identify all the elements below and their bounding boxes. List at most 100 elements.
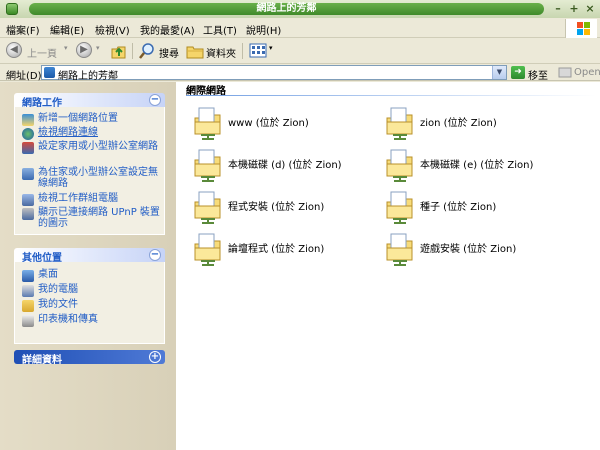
share-label: 論壇程式 (位於 Zion) [228, 244, 325, 255]
task-setup-home-network[interactable]: 設定家用或小型辦公室網路 [22, 141, 162, 165]
shared-folder-icon [194, 233, 221, 266]
my-computer-icon [22, 285, 34, 297]
task-show-upnp[interactable]: 顯示已連接網路 UPnP 裝置的圖示 [22, 207, 162, 231]
task-setup-wireless[interactable]: 為住家或小型辦公室設定無線網路 [22, 167, 162, 191]
collapse-icon[interactable]: − [149, 249, 161, 261]
menu-edit[interactable]: 編輯(E) [50, 22, 84, 37]
address-bar: 網址(D) 網路上的芳鄰 ▼ ➜ 移至 Open [0, 64, 600, 82]
content-area: 網際網路 www (位於 Zion) zion (位於 Zion) 本機磁碟 (… [176, 82, 600, 450]
shared-folder-icon [386, 149, 413, 182]
network-connections-icon [22, 128, 34, 140]
forward-arrow-icon: ▶ [76, 42, 92, 58]
share-label: 遊戲安裝 (位於 Zion) [420, 244, 517, 255]
task-label: 為住家或小型辦公室設定無線網路 [38, 167, 158, 189]
home-network-icon [22, 142, 34, 154]
search-icon [139, 43, 154, 59]
task-label: 檢視工作群組電腦 [38, 193, 118, 204]
network-share-item[interactable]: 本機磁碟 (e) (位於 Zion) [384, 148, 574, 184]
explorer-window: 網路上的芳鄰 – + × 檔案(F) 編輯(E) 檢視(V) 我的最愛(A) 工… [0, 0, 600, 450]
network-tasks-panel: 網路工作 − 新增一個網路位置 檢視網路連線 設定家用或小型辦公室網路 為住家或… [14, 93, 165, 235]
wireless-network-icon [22, 168, 34, 180]
share-label: www (位於 Zion) [228, 118, 309, 129]
shared-folder-icon [194, 149, 221, 182]
up-folder-icon [111, 46, 126, 59]
my-documents-icon [22, 300, 34, 312]
details-header[interactable]: 詳細資料 + [14, 350, 165, 366]
views-dropdown-icon[interactable]: ▾ [269, 44, 273, 52]
menu-view[interactable]: 檢視(V) [95, 22, 130, 37]
share-label: 本機磁碟 (e) (位於 Zion) [420, 160, 534, 171]
task-add-network-place[interactable]: 新增一個網路位置 [22, 113, 162, 126]
task-label: 設定家用或小型辦公室網路 [38, 141, 158, 152]
other-places-header[interactable]: 其他位置 − [14, 248, 165, 264]
menu-tools[interactable]: 工具(T) [203, 22, 237, 37]
place-label: 桌面 [38, 269, 58, 280]
folders-icon [186, 46, 204, 59]
toolbar-separator [242, 43, 243, 59]
network-share-item[interactable]: 本機磁碟 (d) (位於 Zion) [192, 148, 382, 184]
shared-folder-icon [386, 233, 413, 266]
address-input[interactable]: 網路上的芳鄰 ▼ [41, 65, 507, 82]
address-value: 網路上的芳鄰 [58, 71, 118, 82]
place-label: 印表機和傳真 [38, 314, 98, 325]
collapse-icon[interactable]: − [149, 94, 161, 106]
place-desktop[interactable]: 桌面 [22, 269, 162, 282]
address-label: 網址(D) [6, 71, 42, 82]
toolbar-separator [132, 43, 133, 59]
menu-help[interactable]: 說明(H) [246, 22, 281, 37]
network-share-item[interactable]: 遊戲安裝 (位於 Zion) [384, 232, 574, 268]
task-label: 新增一個網路位置 [38, 113, 118, 124]
other-places-panel: 其他位置 − 桌面 我的電腦 我的文件 印表機和傳真 [14, 248, 165, 344]
toolbar: ◀ 上一頁 ▾ ▶ ▾ 搜尋 資料夾 ▾ [0, 38, 600, 64]
task-pane: 網路工作 − 新增一個網路位置 檢視網路連線 設定家用或小型辦公室網路 為住家或… [0, 82, 176, 450]
task-label: 檢視網路連線 [38, 127, 98, 138]
add-network-place-icon [22, 114, 34, 126]
details-title: 詳細資料 [22, 355, 62, 366]
folders-label[interactable]: 資料夾 [206, 45, 236, 60]
network-share-item[interactable]: zion (位於 Zion) [384, 106, 574, 142]
network-share-item[interactable]: 論壇程式 (位於 Zion) [192, 232, 382, 268]
place-my-documents[interactable]: 我的文件 [22, 299, 162, 312]
views-grid-icon [249, 43, 267, 58]
up-folder-button[interactable] [110, 42, 128, 60]
expand-icon[interactable]: + [149, 351, 161, 363]
forward-dropdown-icon[interactable]: ▾ [96, 44, 100, 52]
place-my-computer[interactable]: 我的電腦 [22, 284, 162, 297]
open-button[interactable]: Open [558, 66, 600, 79]
address-dropdown-icon[interactable]: ▼ [492, 66, 506, 79]
open-label: Open [574, 67, 600, 78]
back-button[interactable]: ◀ [6, 42, 22, 60]
network-share-item[interactable]: 程式安裝 (位於 Zion) [192, 190, 382, 226]
menu-favorites[interactable]: 我的最愛(A) [140, 22, 195, 37]
share-label: zion (位於 Zion) [420, 118, 497, 129]
shared-folder-icon [194, 107, 221, 140]
views-button[interactable] [249, 42, 267, 60]
shared-folder-icon [386, 191, 413, 224]
title-pill: 網路上的芳鄰 [29, 3, 544, 15]
folders-button[interactable] [186, 42, 204, 60]
minimize-button[interactable]: – [552, 3, 564, 15]
close-button[interactable]: × [584, 3, 596, 15]
search-button[interactable] [138, 42, 156, 60]
task-view-connections[interactable]: 檢視網路連線 [22, 127, 162, 140]
network-tasks-header[interactable]: 網路工作 − [14, 93, 165, 109]
share-label: 本機磁碟 (d) (位於 Zion) [228, 160, 342, 171]
menu-file[interactable]: 檔案(F) [6, 22, 40, 37]
search-label[interactable]: 搜尋 [159, 45, 179, 60]
other-places-body: 桌面 我的電腦 我的文件 印表機和傳真 [14, 262, 165, 344]
back-dropdown-icon[interactable]: ▾ [64, 44, 68, 52]
forward-button[interactable]: ▶ [76, 42, 92, 60]
upnp-devices-icon [22, 208, 34, 220]
shared-folder-icon [386, 107, 413, 140]
go-label[interactable]: 移至 [528, 67, 548, 82]
go-arrow-icon[interactable]: ➜ [511, 66, 525, 79]
title-bar[interactable]: 網路上的芳鄰 – + × [0, 0, 600, 18]
network-share-item[interactable]: www (位於 Zion) [192, 106, 382, 142]
place-printers[interactable]: 印表機和傳真 [22, 314, 162, 327]
menu-bar: 檔案(F) 編輯(E) 檢視(V) 我的最愛(A) 工具(T) 說明(H) [0, 18, 600, 38]
maximize-button[interactable]: + [568, 3, 580, 15]
network-share-item[interactable]: 種子 (位於 Zion) [384, 190, 574, 226]
desktop-icon [22, 270, 34, 282]
task-view-workgroup[interactable]: 檢視工作群組電腦 [22, 193, 162, 206]
share-label: 程式安裝 (位於 Zion) [228, 202, 325, 213]
